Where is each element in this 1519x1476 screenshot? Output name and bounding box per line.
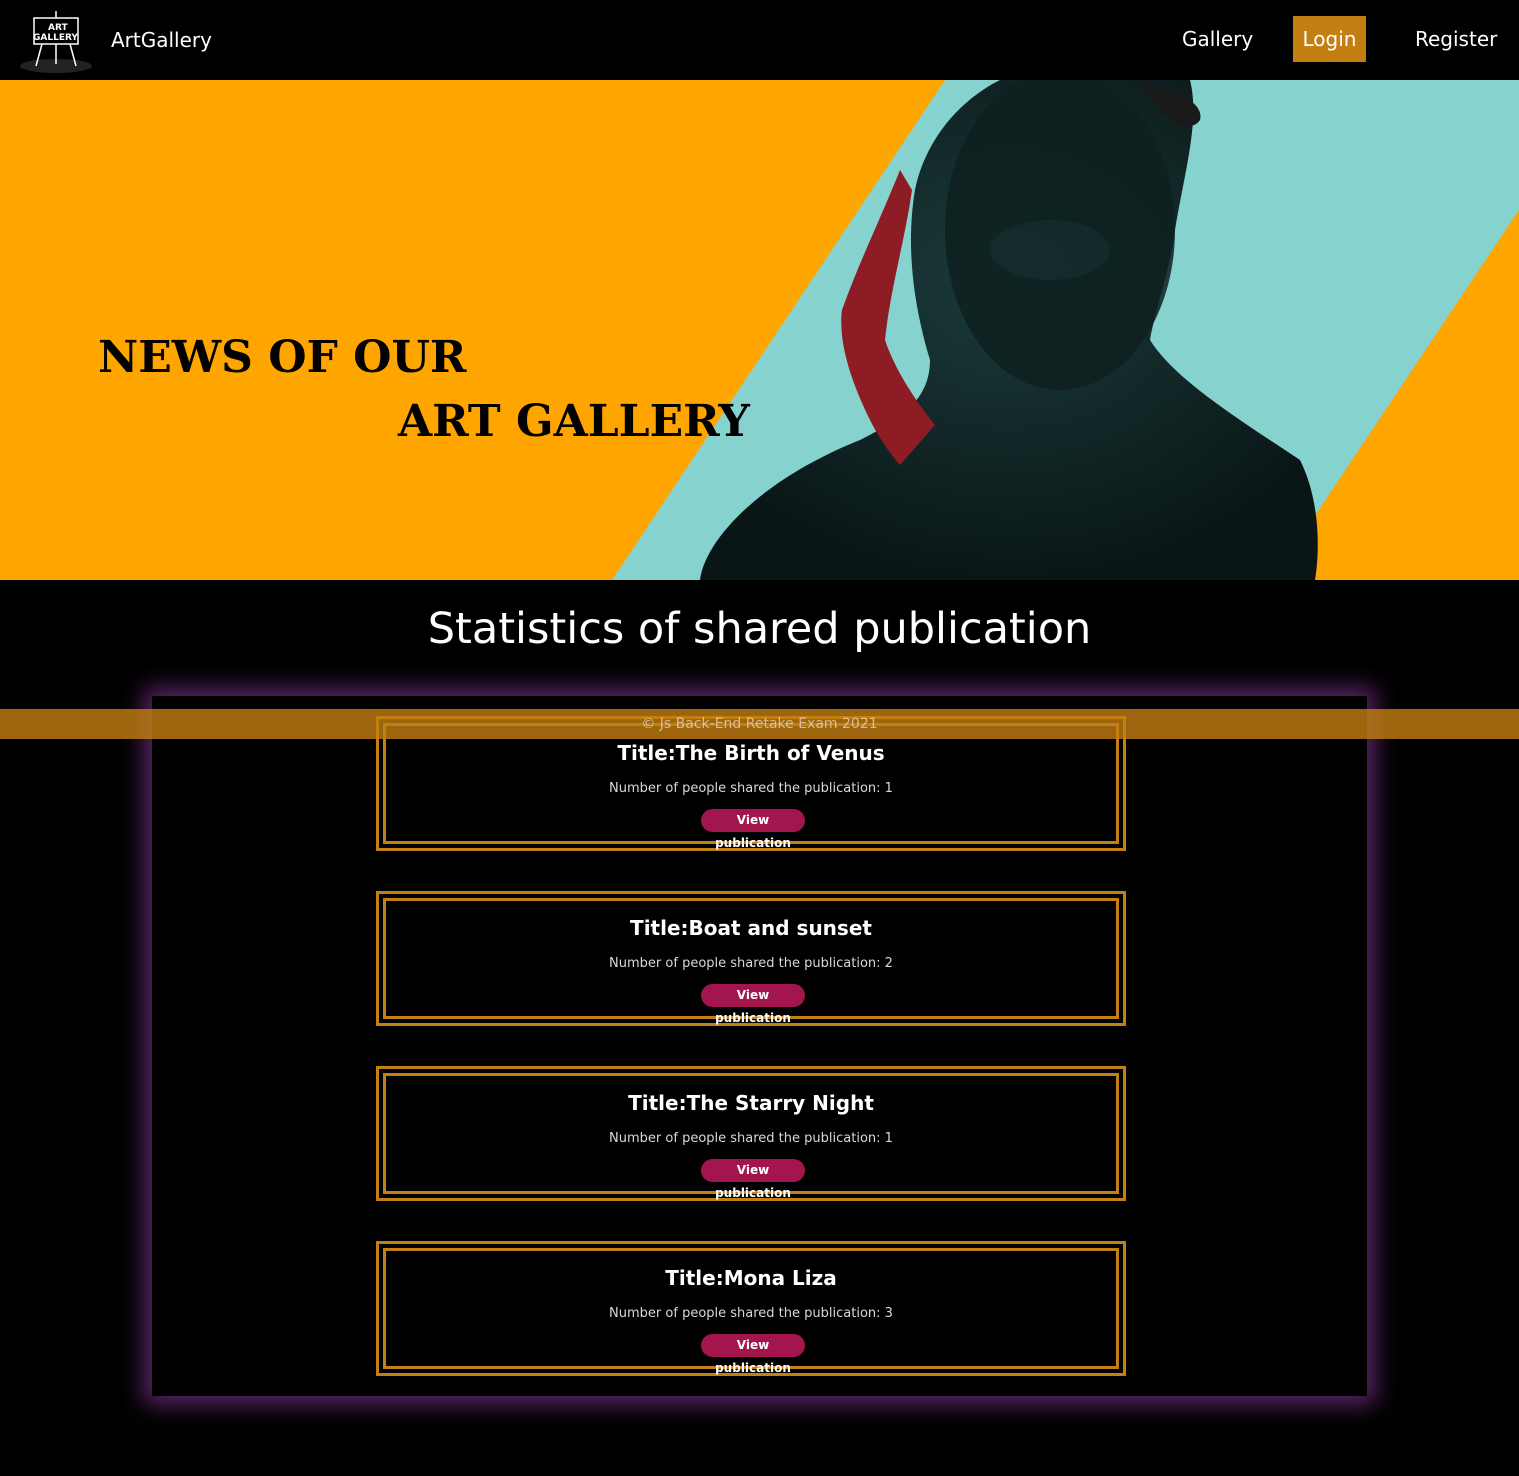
view-publication-button[interactable]: View publication — [701, 1334, 805, 1375]
share-count-value: 3 — [884, 1306, 893, 1321]
share-count-value: 2 — [884, 956, 893, 971]
publication-title: Title:Mona Liza — [665, 1266, 837, 1290]
hero-artwork-image — [612, 80, 1519, 580]
share-count-label: Number of people shared the publication: — [609, 781, 885, 796]
logo-text-bottom: GALLERY — [33, 33, 78, 43]
publication-card: Title:The Starry Night Number of people … — [376, 1066, 1126, 1201]
share-count-value: 1 — [884, 781, 893, 796]
footer-copyright: © Js Back-End Retake Exam 2021 — [641, 716, 878, 732]
publication-title: Title:The Birth of Venus — [617, 741, 885, 765]
nav-gallery-link[interactable]: Gallery — [1171, 16, 1264, 62]
art-gallery-logo[interactable]: ART GALLERY — [18, 8, 94, 74]
hero-banner: NEWS OF OUR ART GALLERY — [0, 80, 1519, 580]
publication-share-count: Number of people shared the publication:… — [379, 781, 1123, 796]
hero-heading-line1: NEWS OF OUR — [98, 332, 467, 383]
view-publication-button[interactable]: View publication — [701, 809, 805, 850]
brand-name[interactable]: ArtGallery — [111, 28, 212, 52]
view-publication-button[interactable]: View publication — [701, 984, 805, 1025]
statistics-panel: Title:The Birth of Venus Number of peopl… — [152, 696, 1367, 1396]
nav-login-link[interactable]: Login — [1293, 16, 1366, 62]
hero-heading-line2: ART GALLERY — [398, 396, 750, 447]
share-count-value: 1 — [884, 1131, 893, 1146]
share-count-label: Number of people shared the publication: — [609, 956, 885, 971]
publication-share-count: Number of people shared the publication:… — [379, 956, 1123, 971]
publication-title: Title:Boat and sunset — [630, 916, 872, 940]
publication-card: Title:Mona Liza Number of people shared … — [376, 1241, 1126, 1376]
statistics-title: Statistics of shared publication — [427, 604, 1092, 654]
logo-text-top: ART — [48, 23, 68, 33]
publication-share-count: Number of people shared the publication:… — [379, 1131, 1123, 1146]
publication-share-count: Number of people shared the publication:… — [379, 1306, 1123, 1321]
publication-title: Title:The Starry Night — [628, 1091, 874, 1115]
share-count-label: Number of people shared the publication: — [609, 1306, 885, 1321]
publication-card: Title:Boat and sunset Number of people s… — [376, 891, 1126, 1026]
nav-register-link[interactable]: Register — [1404, 16, 1508, 62]
navbar: ART GALLERY ArtGallery Gallery Login Reg… — [0, 0, 1519, 80]
share-count-label: Number of people shared the publication: — [609, 1131, 885, 1146]
footer: © Js Back-End Retake Exam 2021 — [0, 709, 1519, 739]
view-publication-button[interactable]: View publication — [701, 1159, 805, 1200]
